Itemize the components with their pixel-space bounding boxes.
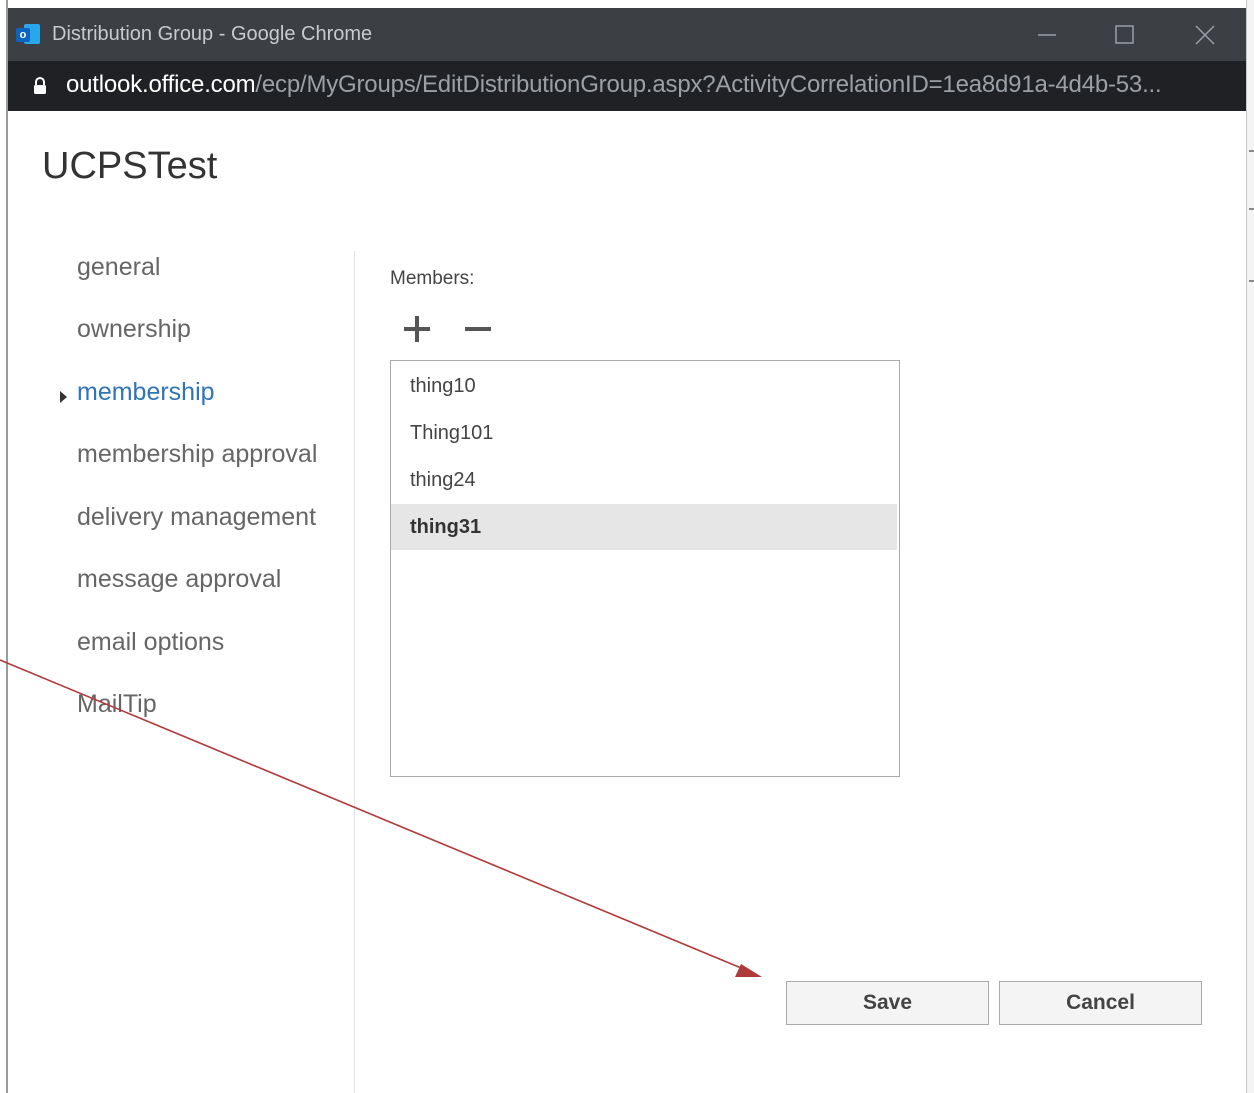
background-window-edge-right [1246, 0, 1254, 1093]
url-path: /ecp/MyGroups/EditDistributionGroup.aspx… [255, 71, 1162, 98]
add-member-button[interactable] [399, 311, 435, 347]
minimize-button[interactable] [1019, 16, 1075, 54]
members-label: Members: [390, 268, 475, 289]
window-title: Distribution Group - Google Chrome [52, 23, 373, 45]
list-item-selected[interactable]: thing31 [391, 504, 897, 550]
list-item[interactable]: thing10 [391, 363, 897, 409]
nav-divider [354, 251, 355, 1093]
save-button[interactable]: Save [786, 981, 989, 1025]
nav-item-general[interactable]: general [77, 253, 160, 282]
background-window-edge [0, 0, 8, 1093]
nav-item-email-options[interactable]: email options [77, 628, 224, 657]
page-title: UCPSTest [42, 145, 218, 187]
url-text[interactable]: outlook.office.com/ecp/MyGroups/EditDist… [66, 71, 1162, 99]
cancel-button[interactable]: Cancel [999, 981, 1202, 1025]
maximize-icon [1115, 25, 1134, 44]
lock-icon [34, 77, 46, 94]
window-titlebar: o Distribution Group - Google Chrome [8, 8, 1246, 61]
nav-item-mailtip[interactable]: MailTip [77, 690, 157, 719]
members-list[interactable]: thing10 Thing101 thing24 thing31 [390, 360, 900, 777]
list-item[interactable]: Thing101 [391, 410, 897, 456]
nav-item-membership[interactable]: membership [77, 378, 215, 407]
nav-item-message-approval[interactable]: message approval [77, 565, 281, 594]
plus-icon [404, 316, 430, 342]
url-host: outlook.office.com [66, 71, 256, 98]
nav-item-delivery-management[interactable]: delivery management [77, 503, 316, 532]
nav-item-membership-approval[interactable]: membership approval [77, 440, 317, 469]
chrome-popup-window: o Distribution Group - Google Chrome out… [8, 8, 1246, 1093]
edit-group-page: UCPSTest general ownership membership me… [8, 111, 1246, 1093]
list-item[interactable]: thing24 [391, 457, 897, 503]
minimize-icon [1038, 34, 1056, 36]
close-icon [1195, 25, 1215, 45]
nav-item-ownership[interactable]: ownership [77, 315, 191, 344]
minus-icon [465, 327, 491, 331]
address-bar[interactable]: outlook.office.com/ecp/MyGroups/EditDist… [8, 61, 1246, 111]
remove-member-button[interactable] [460, 311, 496, 347]
selected-pointer-icon [60, 391, 67, 403]
close-window-button[interactable] [1177, 16, 1233, 54]
outlook-icon: o [16, 24, 40, 46]
maximize-button[interactable] [1097, 16, 1153, 54]
